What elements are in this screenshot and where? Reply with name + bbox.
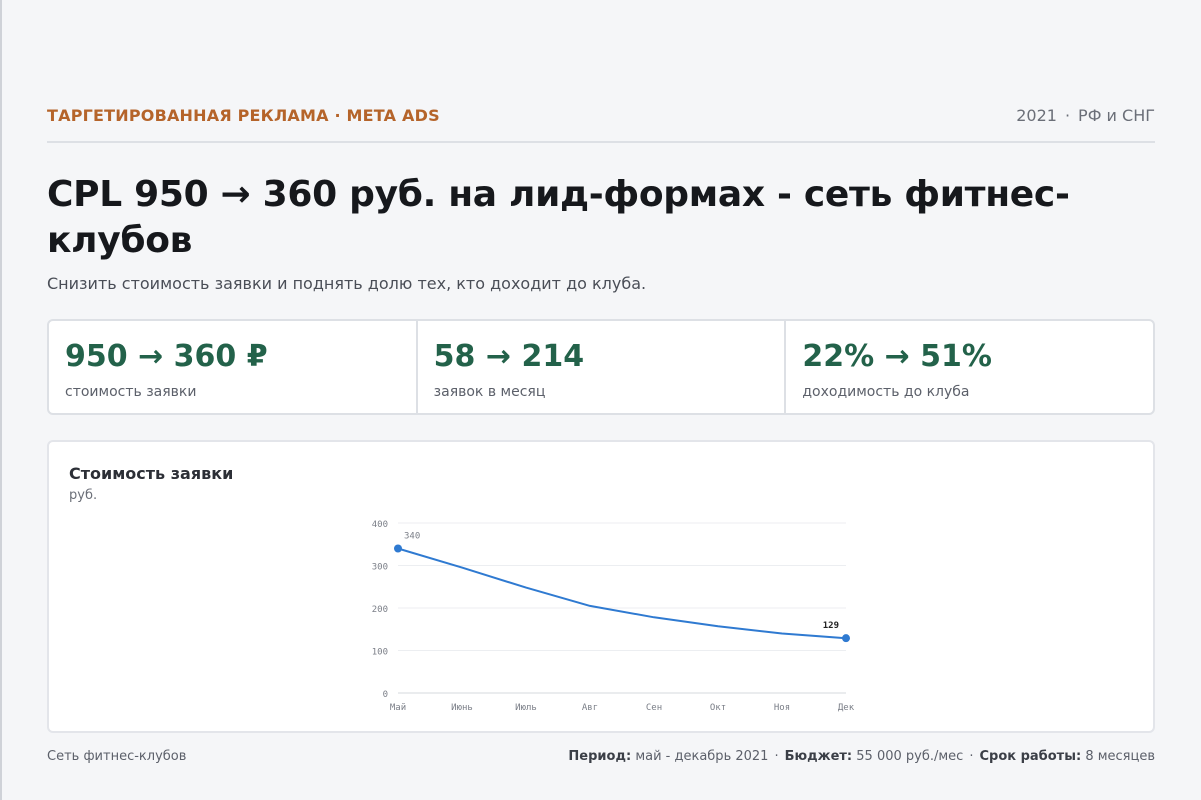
category-kicker: ТАРГЕТИРОВАННАЯ РЕКЛАМА · META ADS [47, 106, 440, 125]
top-bar: ТАРГЕТИРОВАННАЯ РЕКЛАМА · META ADS 2021 ·… [47, 103, 1155, 143]
x-tick-label-2: Июль [515, 703, 537, 713]
series-line [397, 547, 847, 640]
y-tick-label-2: 200 [372, 605, 388, 615]
budget-value: 55 000 руб./мес [856, 749, 964, 764]
kpi-cost-per-lead: 950 → 360 ₽ стоимость заявки [49, 321, 418, 413]
cost-per-lead-chart: 0 100 200 300 400 Май Июнь Июль Авг Сен Окт Ноя Дек 3… [372, 520, 855, 713]
period-label: Период: [568, 749, 632, 764]
data-label-0: 340 [404, 532, 420, 542]
frame-border [0, 0, 2, 800]
kpi-club-conversion: 22% → 51% доходимость до клуба [786, 321, 1153, 413]
x-tick-label-1: Июнь [451, 703, 473, 713]
x-tick-label-5: Окт [710, 703, 726, 713]
x-tick-label-3: Авг [582, 703, 598, 713]
budget-label: Бюджет: [784, 749, 853, 764]
kpi-value: 58 → 214 [433, 339, 585, 374]
meta-info: 2021 · РФ и СНГ [1016, 103, 1155, 129]
page-subtitle: Снизить стоимость заявки и поднять долю … [47, 274, 647, 293]
kpi-label: заявок в месяц [433, 384, 546, 400]
kpi-value: 22% → 51% [802, 339, 992, 374]
data-point-0 [394, 544, 402, 553]
footer-separator: · [774, 749, 779, 764]
kpi-value: 950 → 360 ₽ [65, 339, 268, 374]
client-name: Сеть фитнес-клубов [47, 749, 187, 764]
kpi-leads-per-month: 58 → 214 заявок в месяц [418, 321, 787, 413]
x-tick-label-0: Май [390, 703, 406, 713]
footer: Сеть фитнес-клубов Период: май - декабрь… [47, 748, 1155, 766]
y-tick-label-4: 400 [372, 520, 388, 530]
kpi-label: стоимость заявки [65, 384, 197, 400]
y-tick-label-0: 0 [383, 690, 388, 700]
x-tick-label-6: Ноя [774, 703, 790, 713]
y-tick-label-1: 100 [372, 648, 388, 658]
data-label-7: 129 [823, 621, 839, 631]
period-value: май - декабрь 2021 [635, 749, 769, 764]
data-point-7 [842, 634, 850, 643]
chart-unit: руб. [69, 488, 98, 503]
duration-value: 8 месяцев [1085, 749, 1155, 764]
project-details: Период: май - декабрь 2021 · Бюджет: 55 00… [568, 748, 1155, 766]
kpi-label: доходимость до клуба [802, 384, 970, 400]
chart-title: Стоимость заявки [69, 464, 234, 483]
kpi-panel: 950 → 360 ₽ стоимость заявки 58 → 214 за… [47, 319, 1155, 415]
duration-label: Срок работы: [979, 749, 1082, 764]
y-tick-label-3: 300 [372, 563, 388, 573]
page-title: CPL 950 → 360 руб. на лид-формах - сеть … [47, 174, 1070, 261]
footer-separator: · [969, 749, 974, 764]
chart-card: 0 100 200 300 400 Май Июнь Июль Авг Сен Окт Ноя Дек 3… [47, 440, 1155, 733]
meta-separator: · [1064, 106, 1071, 125]
year-label: 2021 [1016, 106, 1057, 125]
x-tick-label-7: Дек [838, 703, 855, 713]
region-label: РФ и СНГ [1078, 106, 1155, 125]
case-study-page: ТАРГЕТИРОВАННАЯ РЕКЛАМА · META ADS 2021 ·… [47, 0, 1155, 800]
x-tick-label-4: Сен [646, 703, 662, 713]
